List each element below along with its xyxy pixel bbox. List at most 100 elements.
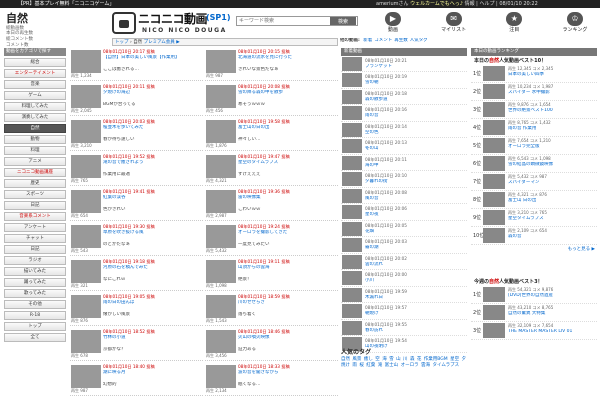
sidebar-item[interactable]: 描いてみた: [4, 266, 66, 276]
newest-title[interactable]: 木漏れ日: [365, 295, 465, 301]
newest-thumbnail[interactable]: [342, 188, 362, 203]
video-item[interactable]: 再生 3,210 08年01月10日 20:03 投稿 桜並木を歩いてみた 春が待ち遠…: [70, 118, 203, 151]
ranking-thumbnail[interactable]: [483, 137, 505, 153]
video-thumbnail[interactable]: [71, 120, 101, 143]
sidebar-item[interactable]: R-18: [4, 310, 66, 320]
ranking-item[interactable]: 3位 再生 9,876 コメ 1,654 世界の絶景ベスト100: [471, 101, 597, 119]
video-thumbnail[interactable]: [206, 295, 236, 318]
video-title[interactable]: 星空のタイムラプス: [238, 160, 336, 171]
video-item[interactable]: 再生 2,045 08年01月10日 20:11 投稿 夕焼けの海辺 BGMが合ってる: [70, 83, 203, 116]
ranking-thumbnail[interactable]: [483, 191, 505, 207]
video-title[interactable]: 雪の降る森の中を散歩: [238, 90, 336, 101]
newest-title[interactable]: 小川: [365, 278, 465, 284]
video-title[interactable]: 雨の日の田んぼ: [103, 300, 201, 311]
newest-title[interactable]: 雲の流れ: [365, 262, 465, 268]
sidebar-item[interactable]: 自然: [4, 123, 66, 133]
ranking-title[interactable]: THE MASTER MASTER LIV 01: [508, 329, 596, 339]
newest-item[interactable]: 08年01月10日 20:06 星の夜: [341, 204, 467, 221]
video-title[interactable]: 山頂からの雲海: [238, 265, 336, 276]
video-thumbnail[interactable]: [206, 120, 236, 143]
newest-item[interactable]: 08年01月10日 20:19 雪の朝: [341, 72, 467, 89]
newest-thumbnail[interactable]: [342, 320, 362, 335]
ranking-title[interactable]: 日本の美しい四季: [508, 72, 596, 82]
ranking-thumbnail[interactable]: [483, 83, 505, 99]
ranking-item[interactable]: 4位 再生 8,765 コメ 1,432 雨の音 作業用: [471, 119, 597, 137]
video-thumbnail[interactable]: [71, 330, 101, 353]
newest-thumbnail[interactable]: [342, 238, 362, 253]
video-thumbnail[interactable]: [206, 190, 236, 213]
ranking-item[interactable]: 2位 再生 43,210 コメ 8,765 自然の驚異 大特集: [471, 304, 597, 322]
video-thumbnail[interactable]: [206, 365, 236, 388]
welcome-link[interactable]: ウェルカームでもへっ♪: [410, 1, 463, 7]
premium-link[interactable]: プレミアム会員 ▶: [144, 40, 180, 45]
newest-title[interactable]: 霧の湖: [365, 245, 465, 251]
newest-item[interactable]: 08年01月10日 20:00 小川: [341, 270, 467, 287]
sidebar-item[interactable]: 演奏してみた: [4, 112, 66, 122]
ranking-title[interactable]: 星空タイムラプス: [508, 216, 596, 226]
ranking-item[interactable]: 6位 再生 6,543 コメ 1,098 雪の結晶の顕微鏡映像: [471, 155, 597, 173]
newest-title[interactable]: 雪の朝: [365, 80, 465, 86]
ranking-title[interactable]: スパイダー 水中撮影: [508, 90, 596, 100]
ranking-thumbnail[interactable]: [483, 65, 505, 81]
ranking-title[interactable]: 雪の結晶の顕微鏡映像: [508, 162, 596, 172]
newest-title[interactable]: 夕暮れの街: [365, 179, 465, 185]
sidebar-item[interactable]: 踊ってみた: [4, 277, 66, 287]
newest-thumbnail[interactable]: [342, 73, 362, 88]
video-item[interactable]: 再生 678 08年01月10日 18:52 投稿 竹林の小道 京都かな？: [70, 328, 203, 361]
sidebar-item[interactable]: アニメ: [4, 156, 66, 166]
newest-thumbnail[interactable]: [342, 89, 362, 104]
video-title[interactable]: 桜並木を歩いてみた: [103, 125, 201, 136]
video-item[interactable]: 再生 2,987 08年01月10日 19:36 投稿 雷の映像集 こわいｗｗ: [205, 188, 338, 221]
sidebar-item[interactable]: ニコニコ動画講座: [4, 167, 66, 177]
ranking-thumbnail[interactable]: [483, 155, 505, 171]
sort-link[interactable]: 人気タグ: [410, 38, 428, 43]
newest-thumbnail[interactable]: [342, 271, 362, 286]
newest-title[interactable]: 朝焼け: [365, 311, 465, 317]
ranking-item[interactable]: 3位 再生 32,109 コメ 7,654 THE MASTER MASTER LI…: [471, 322, 597, 340]
sort-link[interactable]: 再生数: [394, 38, 408, 43]
newest-title[interactable]: 空の色: [365, 130, 465, 136]
newest-thumbnail[interactable]: [342, 205, 362, 220]
help-links[interactable]: 情報 | ヘルプ | 08/01/10 20:22: [465, 1, 538, 7]
ranking-item[interactable]: 2位 再生 10,234 コメ 1,987 スパイダー 水中撮影: [471, 83, 597, 101]
video-item[interactable]: 再生 654 08年01月10日 19:41 投稿 紅葉の渓谷 色がきれい: [70, 188, 203, 221]
site-logo[interactable]: ニコニコ動画 (SP1) NICO NICO DOUGA: [112, 10, 232, 36]
newest-title[interactable]: 星の夜: [365, 212, 465, 218]
newest-item[interactable]: 08年01月10日 20:05 花畑: [341, 221, 467, 238]
ranking-title[interactable]: 富士山 日の出: [508, 198, 596, 208]
newest-thumbnail[interactable]: [342, 254, 362, 269]
video-thumbnail[interactable]: [206, 85, 236, 108]
ranking-thumbnail[interactable]: [483, 304, 505, 320]
video-thumbnail[interactable]: [71, 50, 101, 73]
video-item[interactable]: 再生 1,876 08年01月10日 19:58 投稿 富士山の日の出 神々しい…: [205, 118, 338, 151]
sidebar-item[interactable]: 料理: [4, 145, 66, 155]
ranking-item[interactable]: 8位 再生 4,321 コメ 876 富士山 日の出: [471, 191, 597, 209]
video-title[interactable]: 草原を吹き抜ける風: [103, 230, 201, 241]
newest-title[interactable]: 春の訪れ: [365, 328, 465, 334]
sidebar-item[interactable]: 日記: [4, 200, 66, 210]
sidebar-item[interactable]: 全て: [4, 332, 66, 342]
video-item[interactable]: 再生 987 08年01月10日 20:15 投稿 北海道の流氷を見に行った きれいな…: [205, 48, 338, 81]
newest-thumbnail[interactable]: [342, 287, 362, 302]
newest-item[interactable]: 08年01月10日 19:55 春の訪れ: [341, 320, 467, 337]
video-title[interactable]: 北海道の流氷を見に行った: [238, 55, 336, 66]
sidebar-item[interactable]: 動物: [4, 134, 66, 144]
newest-title[interactable]: 風の音: [365, 196, 465, 202]
ranking-item[interactable]: 9位 再生 3,210 コメ 765 星空タイムラプス: [471, 209, 597, 227]
newest-thumbnail[interactable]: [342, 122, 362, 137]
ranking-thumbnail[interactable]: [483, 227, 505, 243]
newest-item[interactable]: 08年01月10日 20:21 ブランケット: [341, 56, 467, 73]
ranking-thumbnail[interactable]: [483, 101, 505, 117]
ranking-thumbnail[interactable]: [483, 209, 505, 225]
ranking-item[interactable]: 7位 再生 5,432 コメ 987 スパイダーマン: [471, 173, 597, 191]
newest-title[interactable]: 雨の音: [365, 113, 465, 119]
nav-item[interactable]: ✉ マイリスト: [433, 12, 475, 36]
video-thumbnail[interactable]: [206, 50, 236, 73]
video-title[interactable]: 川のせせらぎ: [238, 300, 336, 311]
video-item[interactable]: 再生 1,098 08年01月10日 19:11 投稿 山頂からの雲海 絶景！: [205, 258, 338, 291]
nav-item[interactable]: ▶ 動画: [372, 12, 414, 36]
sidebar-item[interactable]: 音楽: [4, 79, 66, 89]
newest-item[interactable]: 08年01月10日 19:57 朝焼け: [341, 303, 467, 320]
newest-thumbnail[interactable]: [342, 172, 362, 187]
sort-link[interactable]: 新着: [363, 38, 372, 43]
